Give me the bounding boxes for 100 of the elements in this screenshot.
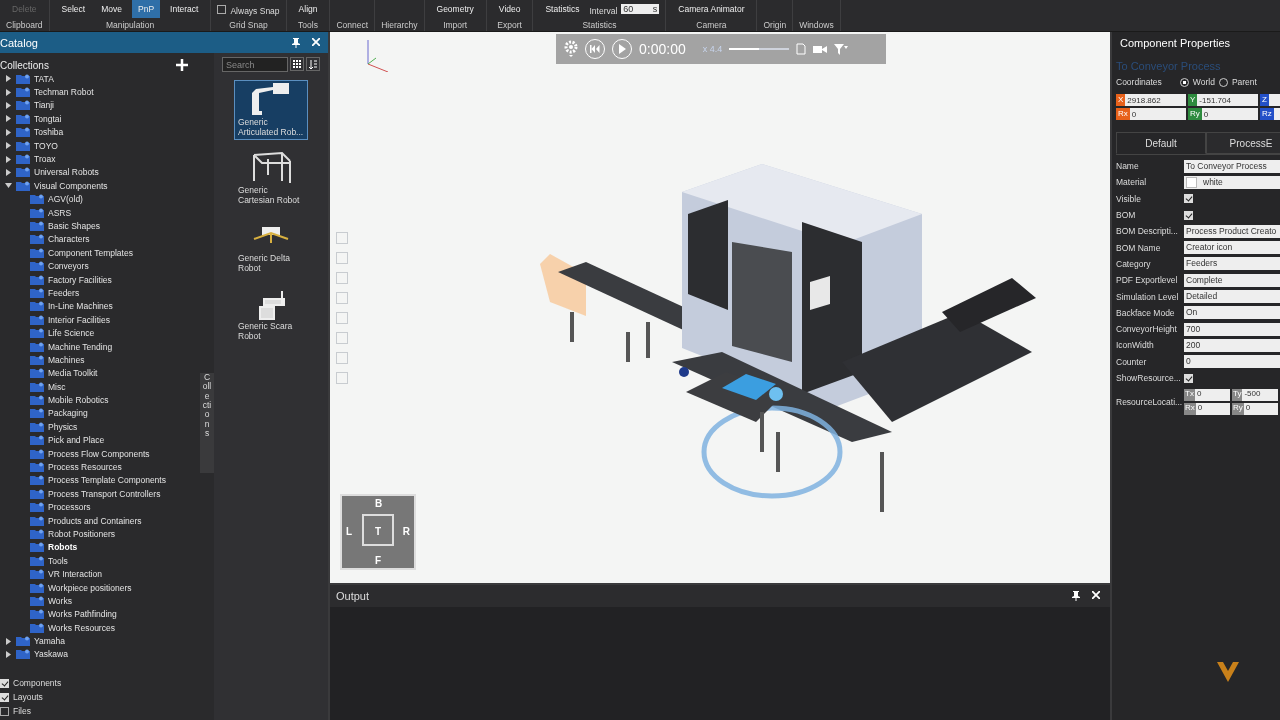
location-field[interactable]: Ry 0: [1232, 403, 1278, 416]
property-field[interactable]: On: [1184, 306, 1280, 320]
tree-item[interactable]: Robot Positioners: [0, 527, 200, 541]
property-field[interactable]: 0: [1184, 355, 1280, 369]
tree-item[interactable]: Works: [0, 594, 200, 608]
checkbox[interactable]: [0, 706, 9, 716]
tree-item[interactable]: VR Interaction: [0, 567, 200, 581]
tree-item[interactable]: Mobile Robotics: [0, 393, 200, 407]
tree-item[interactable]: Life Science: [0, 326, 200, 340]
tree-item[interactable]: TOYO: [0, 138, 200, 153]
tree-item[interactable]: Process Resources: [0, 460, 200, 474]
ribbon-button[interactable]: Select: [55, 0, 92, 18]
pin-icon[interactable]: [1072, 591, 1080, 601]
property-field[interactable]: 700: [1184, 322, 1280, 336]
navigation-cube[interactable]: B L T R F: [340, 494, 416, 570]
add-icon[interactable]: [176, 59, 188, 71]
tree-item[interactable]: Physics: [0, 420, 200, 434]
checkbox[interactable]: [217, 5, 227, 14]
property-field[interactable]: Complete: [1184, 273, 1280, 287]
close-icon[interactable]: [1092, 591, 1100, 599]
tree-item[interactable]: Packaging: [0, 406, 200, 421]
tree-item[interactable]: Works Resources: [0, 621, 200, 635]
tree-item[interactable]: Yamaha: [0, 634, 200, 648]
property-field[interactable]: Process Product Creato: [1184, 224, 1280, 238]
property-label: Simulation Level: [1116, 291, 1180, 302]
property-field[interactable]: To Conveyor Process: [1184, 159, 1280, 173]
tree-item[interactable]: Techman Robot: [0, 85, 200, 99]
collapse-arrow-icon[interactable]: [5, 182, 12, 190]
coordinate-field[interactable]: Z: [1260, 94, 1280, 106]
tree-item[interactable]: Processors: [0, 500, 200, 514]
pin-icon[interactable]: [292, 37, 300, 48]
tree-item[interactable]: Component Templates: [0, 246, 200, 260]
coordinate-field[interactable]: Ry 0: [1188, 108, 1258, 120]
tree-item[interactable]: Basic Shapes: [0, 219, 200, 233]
catalog-item[interactable]: Generic Cartesian Robot: [234, 148, 308, 208]
coordinate-field[interactable]: X 2918.862: [1116, 94, 1186, 106]
coordinate-field[interactable]: Rx 0: [1116, 108, 1186, 120]
tree-item[interactable]: Machine Tending: [0, 339, 200, 354]
catalog-item[interactable]: Generic Scara Robot: [234, 284, 308, 344]
catalog-item[interactable]: Generic Delta Robot: [234, 216, 308, 276]
ribbon-button[interactable]: Move: [95, 0, 128, 18]
coordinate-field[interactable]: Rz: [1260, 108, 1280, 120]
ribbon-button[interactable]: Geometry: [430, 0, 480, 18]
tree-item[interactable]: Factory Facilities: [0, 272, 200, 287]
tree-item[interactable]: Yaskawa: [0, 647, 200, 662]
catalog-item[interactable]: Generic Articulated Rob...: [234, 80, 308, 140]
close-icon[interactable]: [312, 37, 320, 46]
ribbon-button[interactable]: PnP: [132, 0, 161, 18]
tree-item[interactable]: TATA: [0, 72, 200, 86]
coordinate-field[interactable]: Y -151.704: [1188, 94, 1258, 106]
tree-item[interactable]: Characters: [0, 232, 200, 247]
tree-item[interactable]: Tianji: [0, 98, 200, 113]
tree-item[interactable]: Process Transport Controllers: [0, 487, 200, 501]
tree-item[interactable]: Media Toolkit: [0, 366, 200, 380]
sort-button[interactable]: [306, 57, 320, 71]
tree-item[interactable]: Products and Containers: [0, 513, 200, 528]
tree-item[interactable]: In-Line Machines: [0, 299, 200, 314]
property-field[interactable]: Feeders: [1184, 257, 1280, 271]
tab[interactable]: ProcessE: [1206, 132, 1280, 154]
search-field[interactable]: Search: [222, 57, 288, 72]
property-field[interactable]: Detailed: [1184, 290, 1280, 303]
tree-item[interactable]: Workpiece positioners: [0, 580, 200, 595]
tree-item[interactable]: Visual Components: [0, 179, 200, 193]
radio-button[interactable]: [1179, 77, 1189, 87]
tree-item[interactable]: Robots: [0, 540, 200, 555]
tree-item[interactable]: Process Flow Components: [0, 446, 200, 461]
tree-item[interactable]: Process Template Components: [0, 473, 200, 488]
tree-item[interactable]: Works Pathfinding: [0, 607, 200, 621]
tree-item[interactable]: AGV(old): [0, 192, 200, 206]
location-field[interactable]: Tx 0: [1184, 389, 1230, 402]
tree-item[interactable]: Feeders: [0, 286, 200, 300]
tree-item[interactable]: Tools: [0, 554, 200, 568]
material-field[interactable]: white: [1184, 175, 1280, 189]
tree-item[interactable]: Universal Robots: [0, 165, 200, 180]
ribbon-button[interactable]: Statistics: [539, 0, 586, 18]
tree-item[interactable]: ASRS: [0, 205, 200, 220]
panel-title: Catalog: [0, 36, 38, 49]
collections-side-tab[interactable]: Collections: [200, 373, 214, 473]
tab[interactable]: Default: [1116, 132, 1206, 154]
tree-item[interactable]: Conveyors: [0, 259, 200, 273]
checkbox-label: Always Snap: [230, 6, 280, 16]
tree-item[interactable]: Tongtai: [0, 112, 200, 126]
tree-item[interactable]: Troax: [0, 152, 200, 166]
ribbon-button[interactable]: Align: [292, 0, 324, 18]
tree-item[interactable]: Misc: [0, 380, 200, 394]
ribbon-button[interactable]: Video: [492, 0, 527, 18]
tree-item[interactable]: Interior Facilities: [0, 313, 200, 327]
tree-item[interactable]: Toshiba: [0, 125, 200, 139]
property-field[interactable]: Creator icon: [1184, 241, 1280, 255]
folder-icon: [30, 488, 44, 499]
location-field[interactable]: Rx 0: [1184, 403, 1230, 416]
tree-item[interactable]: Machines: [0, 353, 200, 367]
component-name: To Conveyor Process: [1116, 59, 1222, 74]
ribbon-button[interactable]: Camera Animator: [672, 0, 751, 18]
interval-field[interactable]: 60 s: [621, 4, 660, 14]
grid-view-button[interactable]: [290, 57, 304, 71]
property-field[interactable]: 200: [1184, 338, 1280, 352]
tree-item[interactable]: Pick and Place: [0, 433, 200, 447]
ribbon-button[interactable]: Interact: [164, 0, 205, 18]
location-field[interactable]: Ty -500: [1232, 389, 1278, 402]
